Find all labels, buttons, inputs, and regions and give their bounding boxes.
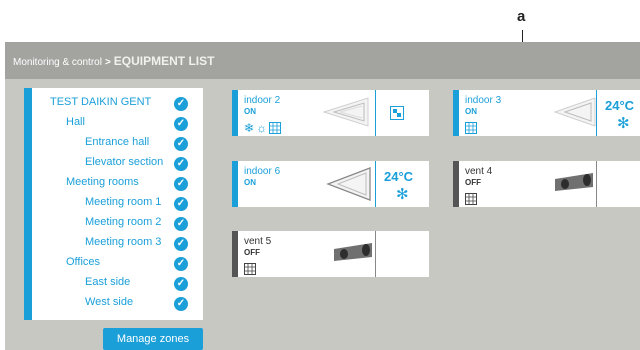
tree-item-meeting-rooms[interactable]: Meeting rooms	[66, 176, 139, 194]
equipment-card-indoor-6[interactable]: indoor 6 ON 24°C ✻	[232, 161, 429, 207]
equipment-card-vent-4[interactable]: vent 4 OFF	[453, 161, 640, 207]
card-divider	[375, 231, 376, 277]
card-icons	[465, 122, 477, 134]
tree-item-west-side[interactable]: West side	[85, 296, 133, 314]
breadcrumb: Monitoring & control > EQUIPMENT LIST	[13, 54, 214, 68]
card-name: indoor 3	[465, 95, 502, 106]
tree-item-offices[interactable]: Offices	[66, 256, 100, 274]
tree-item-meeting-room-1[interactable]: Meeting room 1	[85, 196, 161, 214]
ventilation-unit-image	[334, 243, 372, 261]
tree-item-label: Entrance hall	[85, 136, 150, 148]
card-divider	[375, 161, 376, 207]
equipment-panel: Monitoring & control > EQUIPMENT LIST TEST…	[5, 42, 640, 350]
equipment-card-indoor-2[interactable]: indoor 2 ON ❄ ☼	[232, 90, 429, 136]
zone-tree-accent-bar	[24, 88, 32, 320]
grid-icon	[244, 263, 256, 275]
checkmark-icon[interactable]: ✓	[174, 117, 188, 131]
checkmark-icon[interactable]: ✓	[174, 157, 188, 171]
ceiling-cassette-image	[553, 97, 596, 127]
tree-item-label: Elevator section	[85, 156, 164, 168]
ceiling-cassette-image	[326, 167, 371, 201]
tree-item-entrance-hall[interactable]: Entrance hall	[85, 136, 149, 154]
card-status: OFF	[465, 178, 481, 187]
card-name: indoor 2	[244, 95, 281, 106]
tree-item-east-side[interactable]: East side	[85, 276, 130, 294]
card-name: vent 5	[244, 236, 272, 247]
zone-tree: TEST DAIKIN GENT ✓ Hall ✓ Entrance hall …	[24, 88, 203, 320]
temperature-readout: 24°C	[384, 169, 414, 184]
checkmark-icon[interactable]: ✓	[174, 97, 188, 111]
checkmark-icon[interactable]: ✓	[174, 277, 188, 291]
breadcrumb-parent[interactable]: Monitoring & control	[13, 57, 102, 68]
manage-zones-button[interactable]: Manage zones	[103, 328, 203, 350]
checkmark-icon[interactable]: ✓	[174, 197, 188, 211]
tree-item-meeting-room-2[interactable]: Meeting room 2	[85, 216, 161, 234]
card-icons	[244, 263, 256, 275]
checkmark-icon[interactable]: ✓	[174, 177, 188, 191]
tree-item-meeting-room-3[interactable]: Meeting room 3	[85, 236, 161, 254]
ceiling-cassette-image	[322, 97, 369, 127]
tree-item-test-daikin-gent[interactable]: TEST DAIKIN GENT	[50, 96, 151, 114]
remote-icon[interactable]	[390, 106, 404, 120]
card-name: indoor 6	[244, 166, 281, 177]
tree-item-label: Meeting room 1	[85, 196, 162, 208]
tree-item-hall[interactable]: Hall	[66, 116, 85, 134]
card-status: ON	[244, 178, 256, 187]
checkmark-icon[interactable]: ✓	[174, 257, 188, 271]
card-status: ON	[244, 107, 256, 116]
tree-item-label: Hall	[66, 116, 85, 128]
tree-item-label: East side	[85, 276, 131, 288]
ventilation-unit-image	[555, 173, 593, 191]
snowflake-icon: ✻	[396, 186, 409, 203]
temperature-readout: 24°C	[605, 98, 635, 113]
tree-item-elevator-section[interactable]: Elevator section	[85, 156, 163, 174]
card-icons: ❄ ☼	[244, 121, 282, 135]
equipment-card-indoor-3[interactable]: indoor 3 ON 24°C ✻	[453, 90, 640, 136]
checkmark-icon[interactable]: ✓	[174, 297, 188, 311]
page-title: EQUIPMENT LIST	[113, 54, 215, 68]
callout-label: a	[517, 8, 526, 25]
sun-icon: ☼	[256, 121, 268, 135]
card-divider	[596, 90, 597, 136]
breadcrumb-separator: >	[104, 57, 111, 68]
snowflake-icon: ❄	[244, 121, 255, 135]
tree-item-label: Meeting room 2	[85, 216, 162, 228]
tree-item-label: Offices	[66, 256, 101, 268]
grid-icon	[465, 193, 477, 205]
card-status: ON	[465, 107, 477, 116]
card-name: vent 4	[465, 166, 493, 177]
snowflake-icon: ✻	[617, 115, 630, 132]
tree-item-label: Meeting rooms	[66, 176, 139, 188]
card-icons	[465, 193, 477, 205]
tree-item-label: Meeting room 3	[85, 236, 162, 248]
grid-icon	[465, 122, 477, 134]
tree-item-label: West side	[85, 296, 134, 308]
card-divider	[375, 90, 376, 136]
card-status: OFF	[244, 248, 260, 257]
grid-icon	[269, 122, 282, 134]
top-bar: Monitoring & control > EQUIPMENT LIST	[5, 42, 640, 79]
checkmark-icon[interactable]: ✓	[174, 237, 188, 251]
equipment-card-vent-5[interactable]: vent 5 OFF	[232, 231, 429, 277]
tree-item-label: TEST DAIKIN GENT	[50, 96, 152, 108]
checkmark-icon[interactable]: ✓	[174, 137, 188, 151]
checkmark-icon[interactable]: ✓	[174, 217, 188, 231]
card-divider	[596, 161, 597, 207]
